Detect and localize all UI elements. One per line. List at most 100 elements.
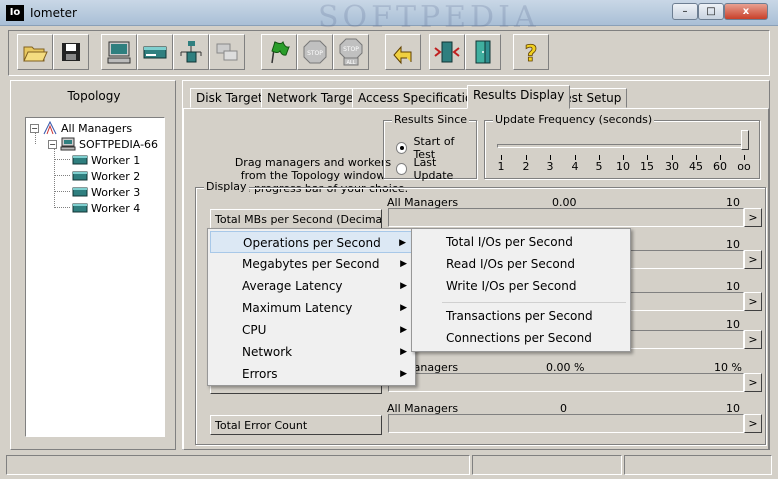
tab-results-display[interactable]: Results Display — [467, 85, 571, 109]
menu-item-label: Maximum Latency — [242, 301, 353, 315]
manager-computer-icon — [60, 137, 76, 151]
tick-label: 10 — [616, 160, 630, 173]
tree-label-worker: Worker 2 — [91, 169, 141, 183]
network-worker-icon — [180, 41, 202, 63]
stop-all-sublabel: ALL — [347, 60, 356, 66]
about-label: ? — [525, 42, 538, 66]
tree-node-worker-2[interactable]: Worker 2 — [72, 168, 140, 184]
submenu-item-transactions[interactable]: Transactions per Second — [414, 305, 628, 327]
row-6-more-button[interactable]: > — [744, 414, 762, 433]
start-tests-button[interactable] — [261, 34, 297, 70]
tick-label: 1 — [497, 160, 505, 173]
topology-tree: − All Managers − SOFTPEDIA-66 Worker 1 W… — [25, 117, 165, 437]
menu-item-cpu[interactable]: CPU ▶ — [210, 319, 413, 341]
submenu-item-total-ios[interactable]: Total I/Os per Second — [414, 231, 628, 253]
metric-context-menu: Operations per Second ▶ Megabytes per Sec… — [207, 228, 416, 386]
disconnect-icon — [434, 41, 460, 63]
update-frequency-group: Update Frequency (seconds) 1 2 3 4 5 10 … — [484, 113, 760, 179]
new-network-worker-button[interactable] — [173, 34, 209, 70]
tree-node-worker-1[interactable]: Worker 1 — [72, 152, 140, 168]
radio-selected-icon[interactable] — [396, 142, 408, 154]
tree-node-all-managers[interactable]: − All Managers — [30, 120, 132, 136]
menu-item-label: Operations per Second — [243, 236, 381, 250]
progress-bar-1[interactable] — [388, 208, 744, 227]
question-mark-icon: ? — [524, 42, 538, 66]
folder-open-icon — [23, 46, 48, 62]
computer-monitor-icon — [107, 41, 131, 64]
submenu-item-connections[interactable]: Connections per Second — [414, 327, 628, 349]
menu-item-megabytes-per-second[interactable]: Megabytes per Second ▶ — [210, 253, 413, 275]
status-bar — [4, 455, 774, 475]
duplicate-worker-button[interactable] — [209, 34, 245, 70]
tree-node-manager[interactable]: − SOFTPEDIA-66 — [48, 136, 158, 152]
metric-button-1[interactable]: Total MBs per Second (Decimal) — [210, 209, 382, 229]
update-frequency-legend: Update Frequency (seconds) — [493, 113, 655, 126]
menu-item-average-latency[interactable]: Average Latency ▶ — [210, 275, 413, 297]
status-cell-main — [6, 455, 470, 475]
green-flag-icon — [271, 40, 290, 64]
tree-label-manager: SOFTPEDIA-66 — [79, 137, 159, 151]
menu-item-operations-per-second[interactable]: Operations per Second ▶ — [210, 231, 413, 253]
results-since-group: Results Since Start of Test Last Update — [383, 113, 477, 182]
exit-button[interactable] — [465, 34, 501, 70]
start-display-manager-button[interactable] — [101, 34, 137, 70]
row-1-more-button[interactable]: > — [744, 208, 762, 227]
open-config-button[interactable] — [17, 34, 53, 70]
update-frequency-track[interactable] — [497, 144, 747, 148]
stop-sign-icon: STOP — [303, 40, 327, 64]
app-icon: Io — [6, 5, 24, 21]
window-title: Iometer — [30, 6, 77, 20]
row-2-more-button[interactable]: > — [744, 250, 762, 269]
worker-icon — [72, 155, 88, 165]
radio-last-update[interactable]: Last Update — [396, 156, 476, 182]
menu-item-network[interactable]: Network ▶ — [210, 341, 413, 363]
radio-unselected-icon[interactable] — [396, 163, 408, 175]
progress-bar-6[interactable] — [388, 414, 744, 433]
operations-submenu: Total I/Os per Second Read I/Os per Seco… — [411, 228, 631, 352]
radio-label: Last Update — [413, 156, 454, 182]
tick-label: 15 — [640, 160, 654, 173]
submenu-item-write-ios[interactable]: Write I/Os per Second — [414, 275, 628, 297]
about-button[interactable]: ? — [513, 34, 549, 70]
worker-icon — [72, 171, 88, 181]
toolbar: STOP STOP ALL ? — [8, 30, 770, 76]
tick-label: 2 — [522, 160, 530, 173]
row-3-more-button[interactable]: > — [744, 292, 762, 311]
title-bar: Io Iometer SOFTPEDIA – □ x — [0, 0, 778, 35]
tree-node-worker-3[interactable]: Worker 3 — [72, 184, 140, 200]
tree-label-all-managers: All Managers — [61, 121, 133, 135]
menu-item-maximum-latency[interactable]: Maximum Latency ▶ — [210, 297, 413, 319]
tree-label-worker: Worker 1 — [91, 153, 141, 167]
submenu-arrow-icon: ▶ — [400, 347, 407, 357]
tick-label: 45 — [689, 160, 703, 173]
update-frequency-slider-thumb[interactable] — [741, 130, 749, 150]
submenu-item-read-ios[interactable]: Read I/Os per Second — [414, 253, 628, 275]
stop-all-icon: STOP ALL — [339, 38, 363, 66]
menu-item-label: Megabytes per Second — [242, 257, 380, 271]
tick-label: 5 — [595, 160, 603, 173]
row-4-more-button[interactable]: > — [744, 330, 762, 349]
menu-item-errors[interactable]: Errors ▶ — [210, 363, 413, 385]
worker-icon — [72, 187, 88, 197]
maximize-button[interactable]: □ — [698, 3, 724, 20]
submenu-arrow-icon: ▶ — [400, 325, 407, 335]
reset-workers-button[interactable] — [385, 34, 421, 70]
new-disk-worker-button[interactable] — [137, 34, 173, 70]
status-cell-2 — [472, 455, 622, 475]
row-5-more-button[interactable]: > — [744, 373, 762, 392]
collapse-icon[interactable]: − — [30, 123, 39, 133]
metric-button-6[interactable]: Total Error Count — [210, 415, 382, 435]
minimize-button[interactable]: – — [672, 3, 698, 20]
stop-all-button[interactable]: STOP ALL — [333, 34, 369, 70]
floppy-disk-icon — [62, 43, 80, 61]
progress-bar-5[interactable] — [388, 373, 744, 392]
save-config-button[interactable] — [53, 34, 89, 70]
close-button[interactable]: x — [724, 3, 768, 20]
stop-test-button[interactable]: STOP — [297, 34, 333, 70]
tick-label: 3 — [546, 160, 554, 173]
all-managers-icon — [43, 121, 57, 135]
menu-item-label: Network — [242, 345, 293, 359]
disconnect-manager-button[interactable] — [429, 34, 465, 70]
tree-node-worker-4[interactable]: Worker 4 — [72, 200, 140, 216]
collapse-icon[interactable]: − — [48, 139, 57, 149]
